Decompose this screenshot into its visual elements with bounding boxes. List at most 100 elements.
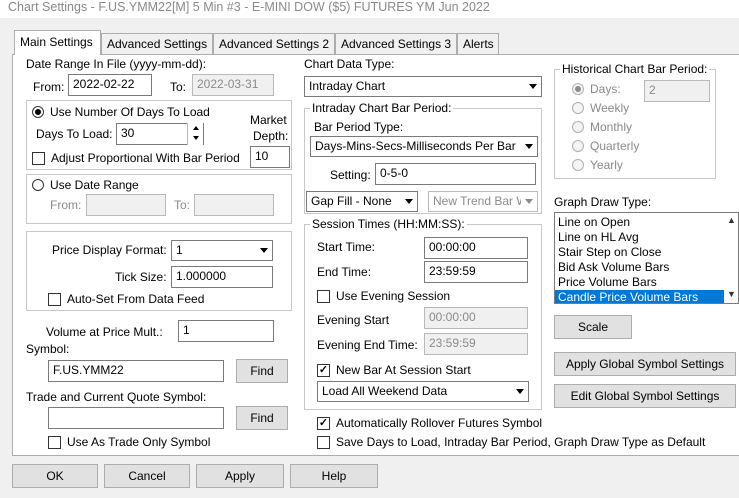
market-depth-label-line1: Market [250, 113, 287, 127]
weekend-data-dropdown[interactable]: Load All Weekend Data [317, 381, 529, 402]
chevron-down-icon[interactable] [525, 77, 541, 96]
end-time-label: End Time: [317, 265, 372, 279]
date-from-field[interactable]: 2022-02-22 [68, 74, 152, 96]
gap-fill-dropdown[interactable]: Gap Fill - None [306, 191, 418, 212]
quarterly-label: Quarterly [590, 139, 640, 153]
market-depth-label-line2: Depth: [253, 129, 289, 143]
cancel-button[interactable]: Cancel [104, 464, 190, 488]
volume-mult-label: Volume at Price Mult.: [46, 325, 163, 339]
chart-type-dropdown[interactable]: Intraday Chart [304, 76, 542, 97]
checkbox-icon [48, 435, 61, 449]
radio-icon [572, 140, 584, 152]
list-item[interactable]: Stair Step on Close [555, 245, 727, 260]
tab-advanced-settings-2[interactable]: Advanced Settings 2 [213, 33, 335, 54]
tab-advanced-settings-3[interactable]: Advanced Settings 3 [335, 33, 457, 54]
monthly-radio: Monthly [572, 120, 632, 134]
apply-global-settings-button[interactable]: Apply Global Symbol Settings [554, 352, 736, 376]
days-spinner[interactable] [187, 123, 203, 145]
price-format-dropdown[interactable]: 1 [171, 240, 273, 261]
tick-size-label: Tick Size: [115, 270, 167, 284]
market-depth-field[interactable]: 10 [250, 146, 290, 168]
new-bar-session-label: New Bar At Session Start [336, 363, 471, 377]
start-time-label: Start Time: [317, 240, 376, 254]
new-trend-dropdown: New Trend Bar W [428, 191, 538, 212]
quarterly-radio: Quarterly [572, 139, 639, 153]
use-date-range-label: Use Date Range [50, 178, 139, 192]
spin-down-icon[interactable] [188, 133, 203, 143]
list-item[interactable]: Bid Ask Volume Bars [555, 260, 727, 275]
weekly-radio: Weekly [572, 101, 629, 115]
from-label: From: [33, 80, 65, 94]
historical-period-label: Historical Chart Bar Period: [560, 62, 710, 76]
trade-symbol-field[interactable] [48, 407, 224, 429]
list-item[interactable]: Line on HL Avg [555, 230, 727, 245]
graph-draw-type-list[interactable]: Line on Open Line on HL Avg Stair Step o… [554, 212, 739, 304]
intraday-period-label: Intraday Chart Bar Period: [310, 101, 454, 115]
range-from-label: From: [50, 198, 82, 212]
radio-icon [32, 106, 44, 118]
list-scrollbar[interactable]: ▲ ▼ [724, 213, 738, 303]
chevron-down-icon[interactable] [256, 241, 272, 260]
bar-period-type-label: Bar Period Type: [314, 120, 404, 134]
spin-up-icon[interactable] [188, 123, 203, 133]
scale-button[interactable]: Scale [554, 315, 632, 339]
setting-field[interactable]: 0-5-0 [375, 163, 536, 185]
use-date-range-radio[interactable]: Use Date Range [32, 178, 139, 192]
date-to-field: 2022-03-31 [192, 74, 274, 96]
session-times-label: Session Times (HH:MM:SS): [310, 217, 467, 231]
trade-only-checkbox[interactable]: Use As Trade Only Symbol [48, 435, 210, 449]
bar-period-type-dropdown[interactable]: Days-Mins-Secs-Milliseconds Per Bar [310, 136, 538, 157]
list-item[interactable]: Line on Open [555, 215, 727, 230]
range-to-field [194, 194, 274, 216]
list-item[interactable]: Price Volume Bars [555, 275, 727, 290]
days-to-load-label: Days To Load: [36, 127, 113, 141]
find-trade-symbol-button[interactable]: Find [236, 406, 288, 430]
symbol-label: Symbol: [26, 342, 70, 356]
volume-mult-field[interactable]: 1 [178, 320, 274, 342]
evening-session-checkbox[interactable]: Use Evening Session [317, 289, 450, 303]
tick-size-field[interactable]: 1.000000 [171, 266, 273, 288]
chevron-down-icon [521, 192, 537, 211]
price-format-value: 1 [176, 243, 183, 257]
help-button[interactable]: Help [290, 464, 378, 488]
tab-advanced-settings[interactable]: Advanced Settings [101, 33, 213, 54]
start-time-field[interactable]: 00:00:00 [424, 237, 528, 259]
use-days-radio[interactable]: Use Number Of Days To Load [32, 105, 210, 119]
monthly-label: Monthly [590, 120, 633, 134]
end-time-field[interactable]: 23:59:59 [424, 261, 528, 283]
checkbox-icon [48, 292, 61, 306]
autoset-checkbox[interactable]: Auto-Set From Data Feed [48, 292, 204, 306]
apply-button[interactable]: Apply [196, 464, 284, 488]
ok-button[interactable]: OK [12, 464, 98, 488]
weekend-data-value: Load All Weekend Data [322, 384, 448, 398]
adjust-proportional-checkbox[interactable]: Adjust Proportional With Bar Period [32, 151, 240, 165]
symbol-field[interactable]: F.US.YMM22 [48, 360, 224, 382]
list-item-selected[interactable]: Candle Price Volume Bars [555, 290, 727, 303]
checkbox-icon [317, 435, 330, 449]
chevron-up-icon[interactable]: ▲ [727, 215, 736, 225]
chevron-down-icon[interactable] [401, 192, 417, 211]
radio-icon [572, 83, 584, 95]
chart-type-label: Chart Data Type: [304, 57, 395, 71]
evening-end-field: 23:59:59 [424, 333, 528, 355]
radio-icon [572, 159, 584, 171]
date-range-label: Date Range In File (yyyy-mm-dd): [26, 57, 207, 71]
tab-alerts[interactable]: Alerts [457, 33, 499, 54]
bar-period-type-value: Days-Mins-Secs-Milliseconds Per Bar [315, 139, 516, 153]
edit-global-settings-button[interactable]: Edit Global Symbol Settings [554, 384, 736, 408]
tab-main-settings[interactable]: Main Settings [14, 30, 101, 55]
new-bar-session-checkbox[interactable]: ✓ New Bar At Session Start [317, 363, 471, 377]
new-trend-value: New Trend Bar W [433, 194, 528, 208]
find-symbol-button[interactable]: Find [236, 359, 288, 383]
chevron-down-icon[interactable]: ▼ [727, 289, 736, 299]
save-default-checkbox[interactable]: Save Days to Load, Intraday Bar Period, … [317, 435, 705, 449]
chevron-down-icon[interactable] [521, 137, 537, 156]
yearly-label: Yearly [590, 158, 623, 172]
radio-icon [572, 102, 584, 114]
save-default-label: Save Days to Load, Intraday Bar Period, … [336, 435, 706, 449]
rollover-checkbox[interactable]: ✓ Automatically Rollover Futures Symbol [317, 416, 542, 430]
chevron-down-icon[interactable] [512, 382, 528, 401]
graph-draw-type-label: Graph Draw Type: [554, 195, 652, 209]
adjust-proportional-label: Adjust Proportional With Bar Period [51, 151, 240, 165]
trade-only-label: Use As Trade Only Symbol [67, 435, 211, 449]
